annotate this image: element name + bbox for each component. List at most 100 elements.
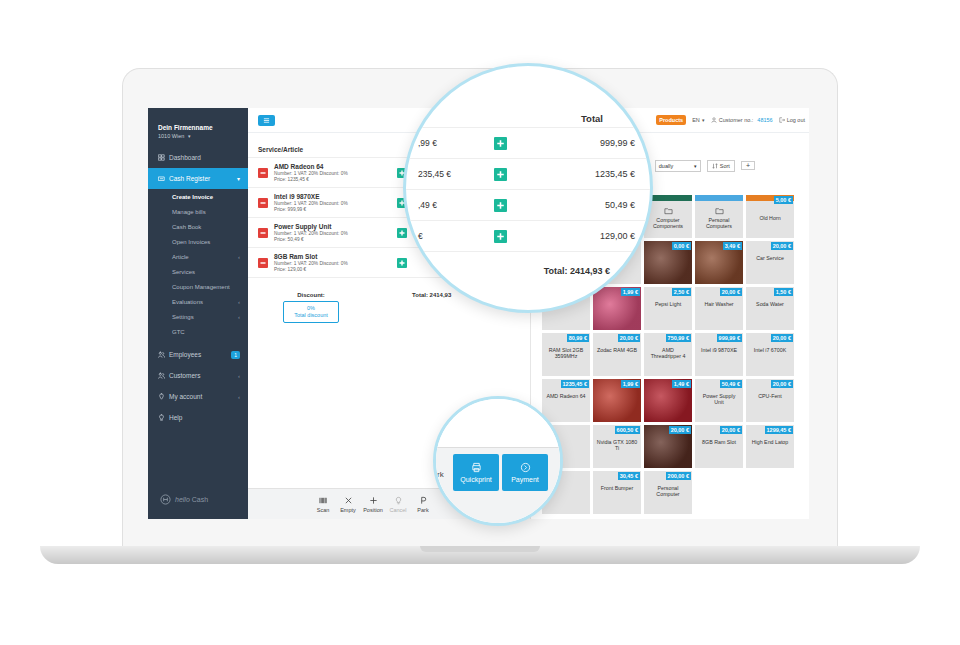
product-tile[interactable]: 750,99 €AMD Threadripper 4 xyxy=(644,333,692,376)
sidebar-subitem[interactable]: Article‹ xyxy=(148,249,248,264)
remove-button[interactable] xyxy=(258,168,268,178)
product-tile[interactable]: 1,99 € xyxy=(593,287,641,330)
sidebar-subitem[interactable]: Evaluations‹ xyxy=(148,294,248,309)
sidebar-subitem[interactable]: Manage bills xyxy=(148,204,248,219)
sidebar-item[interactable]: Dashboard xyxy=(148,147,248,168)
product-tile[interactable]: 20,00 €Hair Washer xyxy=(695,287,743,330)
toolbar-button[interactable]: Scan xyxy=(312,496,334,513)
payment-button[interactable]: Payment xyxy=(502,454,548,491)
folder-icon xyxy=(715,207,724,215)
item-name: Power Supply Unit xyxy=(274,223,391,230)
add-button[interactable] xyxy=(494,199,507,212)
product-tile[interactable]: 20,00 € xyxy=(644,425,692,468)
product-tile[interactable]: 30,45 €Front Bumper xyxy=(593,471,641,514)
user-icon xyxy=(711,117,717,123)
add-button[interactable] xyxy=(494,230,507,243)
product-tile[interactable]: 999,99 €Intel i9 9870XE xyxy=(695,333,743,376)
product-tile[interactable]: 2,50 €Pepsi Light xyxy=(644,287,692,330)
product-tile[interactable]: 600,50 €Nvidia GTX 1080 Ti xyxy=(593,425,641,468)
product-tile[interactable]: 1,49 € xyxy=(644,379,692,422)
remove-button[interactable] xyxy=(258,258,268,268)
hamburger-icon xyxy=(262,117,271,124)
sidebar-item[interactable]: Customers‹ xyxy=(148,365,248,386)
language-select[interactable]: EN▾ xyxy=(692,117,705,123)
product-tile[interactable]: 1,99 € xyxy=(593,379,641,422)
sidebar-subitem-label: Create Invoice xyxy=(172,194,240,200)
product-tile[interactable]: 50,49 €Power Supply Unit xyxy=(695,379,743,422)
price-badge: 1,99 € xyxy=(621,380,640,388)
product-tile[interactable]: 1299,45 €High End Latop xyxy=(746,425,794,468)
sidebar-subitem[interactable]: GTC xyxy=(148,324,248,339)
sidebar-subitem[interactable]: Create Invoice xyxy=(148,189,248,204)
remove-button[interactable] xyxy=(258,198,268,208)
price-badge: 20,00 € xyxy=(771,380,793,388)
hellocash-logo[interactable]: helloCash xyxy=(148,494,248,519)
product-tile[interactable]: 1,50 €Soda Water xyxy=(746,287,794,330)
add-button[interactable] xyxy=(494,137,507,150)
product-tile[interactable]: 20,00 €CPU-Fent xyxy=(746,379,794,422)
sidebar-item[interactable]: My account‹ xyxy=(148,386,248,407)
sidebar-subitem-label: Settings xyxy=(172,314,238,320)
discount-label: Discount: xyxy=(283,292,339,298)
sidebar-subitem[interactable]: Cash Book xyxy=(148,219,248,234)
item-price: Price: 1235,45 € xyxy=(274,177,391,182)
products-button[interactable]: Products xyxy=(656,115,686,125)
sidebar-item-label: Help xyxy=(169,414,240,421)
close-icon xyxy=(344,496,353,505)
toolbar-button[interactable]: Empty xyxy=(337,496,359,513)
product-tile[interactable]: 0,00 € xyxy=(644,241,692,284)
sort-button[interactable]: Sort xyxy=(707,160,735,172)
add-product-button[interactable]: + xyxy=(741,161,755,170)
price-badge: 3,49 € xyxy=(723,242,742,250)
sort-select[interactable]: dually▾ xyxy=(655,160,701,172)
category-tile[interactable]: Personal Computers xyxy=(695,195,743,238)
product-tile[interactable]: 20,00 €Car Service xyxy=(746,241,794,284)
tile-name: Front Bumper xyxy=(598,485,636,491)
company-name: Dein Firmenname xyxy=(158,124,238,131)
product-tile[interactable]: 20,00 €Zodac RAM 4GB xyxy=(593,333,641,376)
price-badge: 20,00 € xyxy=(720,426,742,434)
chevron-icon: ‹ xyxy=(238,394,240,400)
remove-button[interactable] xyxy=(258,228,268,238)
product-tile[interactable]: 5,00 €Old Horn xyxy=(746,195,794,238)
product-tile[interactable]: 1235,45 €AMD Radeon 64 xyxy=(542,379,590,422)
magnified-row: ,49 €50,49 € xyxy=(406,190,650,221)
sidebar-item[interactable]: Employees1 xyxy=(148,344,248,365)
product-tile[interactable]: 20,00 €Intel i7 6700K xyxy=(746,333,794,376)
product-tile[interactable]: 3,49 € xyxy=(695,241,743,284)
cart-item: Power Supply UnitNumber: 1 VAT: 20% Disc… xyxy=(274,223,391,242)
product-tile[interactable]: 20,00 €8GB Ram Slot xyxy=(695,425,743,468)
add-button[interactable] xyxy=(397,258,407,268)
toolbar-button[interactable]: Position xyxy=(362,496,384,513)
product-tile[interactable]: 80,99 €RAM Slot 2GB 3599MHz xyxy=(542,333,590,376)
price-badge: 600,50 € xyxy=(615,426,640,434)
add-button[interactable] xyxy=(397,228,407,238)
help-icon xyxy=(158,414,165,421)
menu-button[interactable] xyxy=(258,115,275,126)
grand-total: Total: 2414,93 € xyxy=(406,252,650,276)
sidebar-item[interactable]: Help xyxy=(148,407,248,428)
barcode-icon xyxy=(319,496,328,505)
sidebar-subitem[interactable]: Coupon Management xyxy=(148,279,248,294)
total-header: Total xyxy=(406,113,650,128)
quickprint-button[interactable]: Quickprint xyxy=(453,454,499,491)
magnified-row: €129,00 € xyxy=(406,221,650,252)
sidebar-item[interactable]: Cash Register▾ xyxy=(148,168,248,189)
sidebar-subitem[interactable]: Services xyxy=(148,264,248,279)
sidebar-subitem[interactable]: Open Invoices xyxy=(148,234,248,249)
company-header[interactable]: Dein Firmenname1010 Wien▾ xyxy=(148,108,248,147)
add-button[interactable] xyxy=(494,168,507,181)
logout-link[interactable]: Log out xyxy=(779,117,805,123)
toolbar-button[interactable]: Park xyxy=(412,496,434,513)
sidebar-subitem[interactable]: Settings‹ xyxy=(148,309,248,324)
product-tile[interactable]: 200,00 €Personal Computer xyxy=(644,471,692,514)
chevron-icon: ▾ xyxy=(237,175,240,182)
discount-button[interactable]: 0%Total discount xyxy=(283,301,339,323)
sidebar: Dein Firmenname1010 Wien▾DashboardCash R… xyxy=(148,108,248,519)
item-name: 8GB Ram Slot xyxy=(274,253,391,260)
sidebar-item-label: Customers xyxy=(169,372,234,379)
sort-icon xyxy=(712,163,718,169)
magnified-row: ,99 €999,99 € xyxy=(406,128,650,159)
minus-icon xyxy=(258,198,268,208)
account-icon xyxy=(158,393,165,400)
